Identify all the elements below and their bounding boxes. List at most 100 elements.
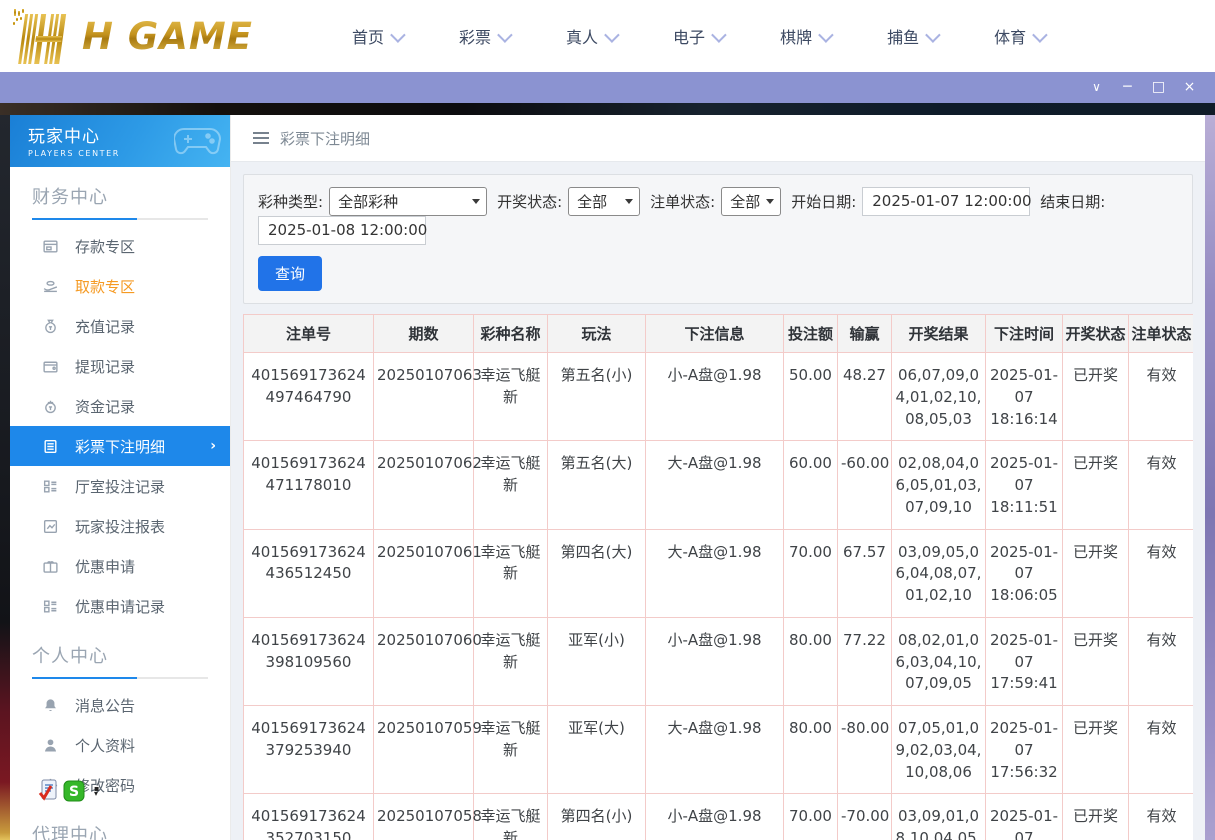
cell-r1-c11: 有效 <box>1129 353 1194 441</box>
table-row: 40156917362449746479020250107063幸运飞艇新第五名… <box>244 353 1194 441</box>
cell-r4-c7: 77.22 <box>838 617 892 705</box>
cell-r6-c10: 已开奖 <box>1063 794 1129 840</box>
cell-r3-c1: 401569173624436512450 <box>244 529 374 617</box>
sidebar-item-report[interactable]: 玩家投注报表 <box>10 506 230 546</box>
cell-r2-c4: 第五名(大) <box>548 441 646 529</box>
maximize-icon[interactable]: □ <box>1143 72 1174 103</box>
cell-r1-c4: 第五名(小) <box>548 353 646 441</box>
betlist-icon <box>42 438 59 455</box>
close-icon[interactable]: × <box>1174 72 1205 103</box>
lottery-type-select[interactable]: 全部彩种 <box>329 187 487 216</box>
nav-item-5[interactable]: 棋牌 <box>780 24 830 48</box>
cell-r1-c7: 48.27 <box>838 353 892 441</box>
sidebar-item-wallet[interactable]: 提现记录 <box>10 346 230 386</box>
cell-r6-c6: 70.00 <box>784 794 838 840</box>
cell-r3-c7: 67.57 <box>838 529 892 617</box>
sidebar-item-recharge[interactable]: 充值记录 <box>10 306 230 346</box>
cell-r3-c2: 20250107061 <box>374 529 474 617</box>
cell-r6-c9: 2025-01-07 17:52:07 <box>986 794 1063 840</box>
page-title: 彩票下注明细 <box>280 128 370 149</box>
filter-panel: 彩种类型: 全部彩种 开奖状态: 全部 注单状态: 全部 开始日期: 2025-… <box>243 174 1193 304</box>
end-date-input[interactable]: 2025-01-08 12:00:00 <box>258 216 426 245</box>
desktop-background-right <box>1205 115 1215 840</box>
nav-item-label: 真人 <box>566 24 598 48</box>
column-header-3: 彩种名称 <box>474 315 548 353</box>
cell-r6-c3: 幸运飞艇新 <box>474 794 548 840</box>
nav-item-4[interactable]: 电子 <box>673 24 723 48</box>
cell-r3-c3: 幸运飞艇新 <box>474 529 548 617</box>
cell-r4-c2: 20250107060 <box>374 617 474 705</box>
cell-r4-c1: 401569173624398109560 <box>244 617 374 705</box>
cell-r5-c3: 幸运飞艇新 <box>474 706 548 794</box>
nav-item-label: 首页 <box>352 24 384 48</box>
sidebar-item-gift[interactable]: 优惠申请 <box>10 546 230 586</box>
nav-item-2[interactable]: 彩票 <box>459 24 509 48</box>
logo[interactable]: H GAME <box>12 8 292 64</box>
sidebar-section-title-3: 代理中心 <box>10 805 230 840</box>
draw-status-select[interactable]: 全部 <box>568 187 640 216</box>
cell-r2-c9: 2025-01-07 18:11:51 <box>986 441 1063 529</box>
hamburger-icon[interactable] <box>253 132 269 144</box>
cell-r5-c6: 80.00 <box>784 706 838 794</box>
cell-r6-c5: 小-A盘@1.98 <box>646 794 784 840</box>
notes-tool-icon[interactable] <box>38 779 58 803</box>
sidebar-item-bell[interactable]: 消息公告 <box>10 685 230 725</box>
column-header-4: 玩法 <box>548 315 646 353</box>
column-header-1: 注单号 <box>244 315 374 353</box>
nav-item-7[interactable]: 体育 <box>994 24 1044 48</box>
cell-r1-c9: 2025-01-07 18:16:14 <box>986 353 1063 441</box>
sidebar-item-couponlist[interactable]: 优惠申请记录 <box>10 586 230 626</box>
cell-r1-c8: 06,07,09,04,01,02,10,08,05,03 <box>892 353 986 441</box>
breadcrumb: 彩票下注明细 <box>231 115 1205 162</box>
sidebar-item-withdraw[interactable]: 取款专区 <box>10 266 230 306</box>
gamepad-icon <box>174 121 222 159</box>
order-status-label: 注单状态: <box>650 191 715 212</box>
cell-r2-c10: 已开奖 <box>1063 441 1129 529</box>
cell-r4-c8: 08,02,01,06,03,04,10,07,09,05 <box>892 617 986 705</box>
cell-r3-c10: 已开奖 <box>1063 529 1129 617</box>
cell-r2-c8: 02,08,04,06,05,01,03,07,09,10 <box>892 441 986 529</box>
cell-r1-c3: 幸运飞艇新 <box>474 353 548 441</box>
column-header-9: 下注时间 <box>986 315 1063 353</box>
cell-r2-c5: 大-A盘@1.98 <box>646 441 784 529</box>
sidebar-item-label: 个人资料 <box>75 735 135 756</box>
minimize-icon[interactable]: ─ <box>1112 72 1143 103</box>
query-button[interactable]: 查询 <box>258 256 322 291</box>
logo-text: H GAME <box>82 15 253 58</box>
cell-r5-c5: 大-A盘@1.98 <box>646 706 784 794</box>
sidebar-item-deposit[interactable]: 存款专区 <box>10 226 230 266</box>
gift-icon <box>42 558 59 575</box>
sidebar-item-funds[interactable]: 资金记录 <box>10 386 230 426</box>
cell-r4-c11: 有效 <box>1129 617 1194 705</box>
nav-item-6[interactable]: 捕鱼 <box>887 24 937 48</box>
chevron-down-icon <box>711 27 727 43</box>
sidebar-item-label: 提现记录 <box>75 356 135 377</box>
nav-item-3[interactable]: 真人 <box>566 24 616 48</box>
chevron-down-icon <box>818 27 834 43</box>
column-header-5: 下注信息 <box>646 315 784 353</box>
screenshot-tool-icon[interactable]: S <box>63 780 85 802</box>
sidebar-section-title-1: 财务中心 <box>10 167 230 209</box>
cell-r6-c4: 第四名(小) <box>548 794 646 840</box>
order-status-select[interactable]: 全部 <box>721 187 781 216</box>
nav-item-1[interactable]: 首页 <box>352 24 402 48</box>
table-row: 40156917362443651245020250107061幸运飞艇新第四名… <box>244 529 1194 617</box>
end-date-label: 结束日期: <box>1040 191 1105 212</box>
collapse-chevron-icon[interactable]: ∨ <box>1081 72 1112 103</box>
cell-r4-c5: 小-A盘@1.98 <box>646 617 784 705</box>
nav-item-label: 电子 <box>673 24 705 48</box>
sidebar-item-halllist[interactable]: 厅室投注记录 <box>10 466 230 506</box>
recharge-icon <box>42 318 59 335</box>
section-underline <box>32 677 208 679</box>
table-header-row: 注单号期数彩种名称玩法下注信息投注额输赢开奖结果下注时间开奖状态注单状态 <box>244 315 1194 353</box>
cell-r4-c3: 幸运飞艇新 <box>474 617 548 705</box>
sidebar-item-person[interactable]: 个人资料 <box>10 725 230 765</box>
sidebar-item-betlist[interactable]: 彩票下注明细› <box>10 426 230 466</box>
start-date-input[interactable]: 2025-01-07 12:00:00 <box>862 187 1030 216</box>
section-underline <box>32 218 208 220</box>
cell-r6-c1: 401569173624352703150 <box>244 794 374 840</box>
cell-r5-c11: 有效 <box>1129 706 1194 794</box>
column-header-6: 投注额 <box>784 315 838 353</box>
column-header-11: 注单状态 <box>1129 315 1194 353</box>
dropdown-arrow-icon[interactable]: ▪▾ <box>94 786 99 796</box>
